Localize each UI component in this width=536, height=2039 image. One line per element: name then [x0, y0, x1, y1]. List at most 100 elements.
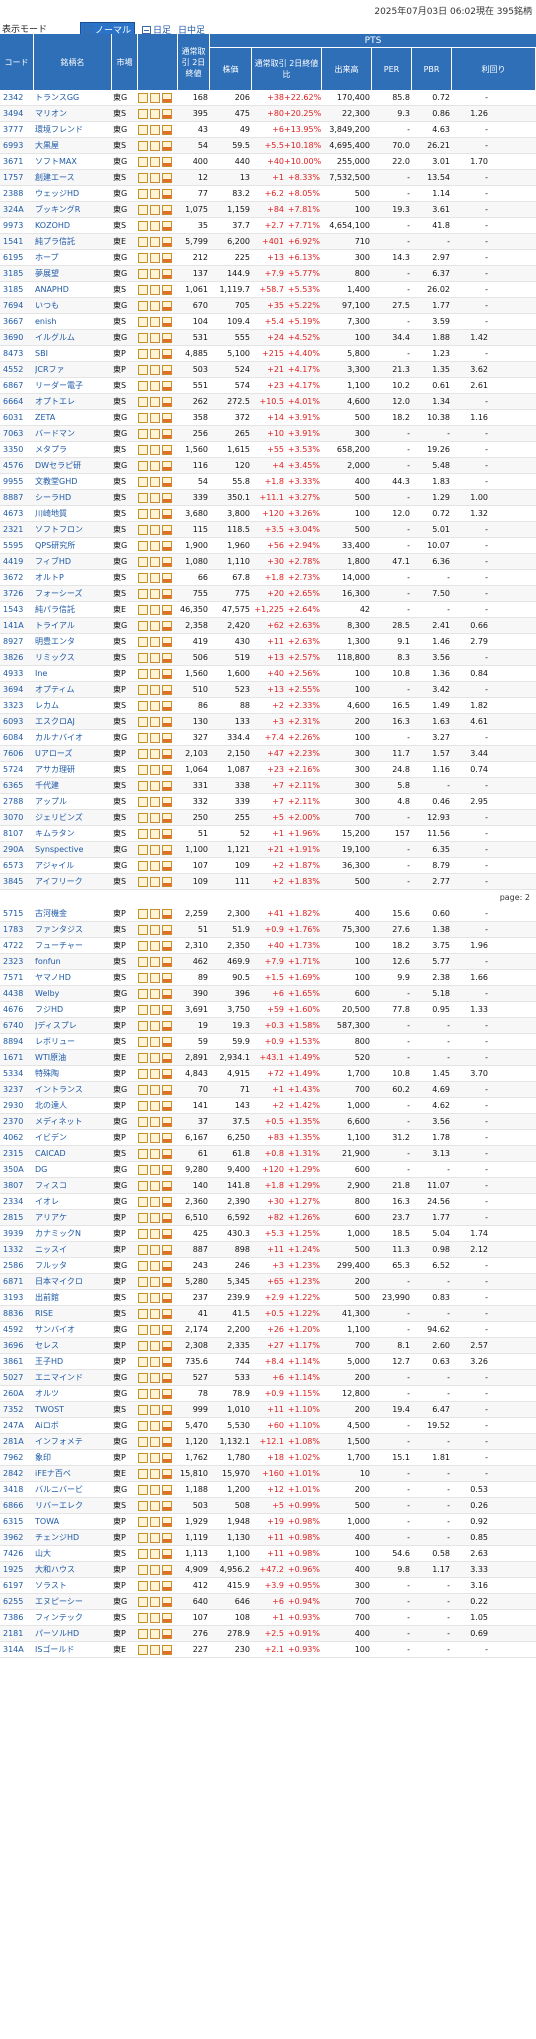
- code-cell[interactable]: 350A: [3, 1162, 33, 1178]
- table-row[interactable]: 3696 セレス 東P 2,308 2,335 +27 +1.17% 700 8.1 2.60 2.…: [0, 1338, 536, 1354]
- news-icon[interactable]: [150, 1373, 160, 1383]
- chart-icon[interactable]: [162, 1533, 172, 1543]
- chart-icon[interactable]: [162, 301, 172, 311]
- table-row[interactable]: 6867 リーダー電子 東S 551 574 +23 +4.17% 1,100 10.2 0.61…: [0, 378, 536, 394]
- chart-icon[interactable]: [162, 445, 172, 455]
- name-cell[interactable]: イルグルム: [35, 330, 111, 346]
- news-icon[interactable]: [150, 1613, 160, 1623]
- news-icon[interactable]: [150, 413, 160, 423]
- book-icon[interactable]: [138, 429, 148, 439]
- book-icon[interactable]: [138, 445, 148, 455]
- table-row[interactable]: 2323 fonfun 東S 462 469.9 +7.9 +1.71% 100 12.6 5.7…: [0, 954, 536, 970]
- table-row[interactable]: 7063 バードマン 東G 256 265 +10 +3.91% 300- - -: [0, 426, 536, 442]
- name-cell[interactable]: fonfun: [35, 954, 111, 970]
- code-cell[interactable]: 3962: [3, 1530, 33, 1546]
- name-cell[interactable]: 山大: [35, 1546, 111, 1562]
- table-row[interactable]: 3826 リミックス 東S 506 519 +13 +2.57% 118,800 8.3 3.56…: [0, 650, 536, 666]
- name-cell[interactable]: リミックス: [35, 650, 111, 666]
- chart-icon[interactable]: [162, 509, 172, 519]
- code-cell[interactable]: 2586: [3, 1258, 33, 1274]
- news-icon[interactable]: [150, 669, 160, 679]
- book-icon[interactable]: [138, 1437, 148, 1447]
- name-cell[interactable]: メディネット: [35, 1114, 111, 1130]
- table-row[interactable]: 7386 フィンテック 東S 107 108 +1 +0.93% 700- -1.05: [0, 1610, 536, 1626]
- code-cell[interactable]: 6866: [3, 1498, 33, 1514]
- table-row[interactable]: 3494 マリオン 東S 395 475 +80 +20.25% 22,300 9.3 0.86 1…: [0, 106, 536, 122]
- code-cell[interactable]: 141A: [3, 618, 33, 634]
- book-icon[interactable]: [138, 1645, 148, 1655]
- book-icon[interactable]: [138, 573, 148, 583]
- news-icon[interactable]: [150, 1181, 160, 1191]
- name-cell[interactable]: ジェリビンズ: [35, 810, 111, 826]
- code-cell[interactable]: 4552: [3, 362, 33, 378]
- news-icon[interactable]: [150, 477, 160, 487]
- table-row[interactable]: 3845 アイフリーク 東S 109 111 +2 +1.83% 500-2.77-: [0, 874, 536, 890]
- book-icon[interactable]: [138, 925, 148, 935]
- code-cell[interactable]: 4419: [3, 554, 33, 570]
- name-cell[interactable]: Jディスプレ: [35, 1018, 111, 1034]
- name-cell[interactable]: アイフリーク: [35, 874, 111, 890]
- name-cell[interactable]: メタプラ: [35, 442, 111, 458]
- code-cell[interactable]: 247A: [3, 1418, 33, 1434]
- book-icon[interactable]: [138, 669, 148, 679]
- news-icon[interactable]: [150, 829, 160, 839]
- book-icon[interactable]: [138, 589, 148, 599]
- code-cell[interactable]: 1783: [3, 922, 33, 938]
- news-icon[interactable]: [150, 1229, 160, 1239]
- code-cell[interactable]: 4676: [3, 1002, 33, 1018]
- code-cell[interactable]: 2788: [3, 794, 33, 810]
- name-cell[interactable]: 出前館: [35, 1290, 111, 1306]
- code-cell[interactable]: 7606: [3, 746, 33, 762]
- chart-icon[interactable]: [162, 1357, 172, 1367]
- table-row[interactable]: 3777 環境フレンド 東G 43 49 +6 +13.95% 3,849,200-4.63-: [0, 122, 536, 138]
- code-cell[interactable]: 5334: [3, 1066, 33, 1082]
- chart-icon[interactable]: [162, 1165, 172, 1175]
- table-row[interactable]: 8894 レボリュー 東S 59 59.9 +0.9 +1.53% 800- - -: [0, 1034, 536, 1050]
- news-icon[interactable]: [150, 941, 160, 951]
- code-cell[interactable]: 2315: [3, 1146, 33, 1162]
- chart-icon[interactable]: [162, 861, 172, 871]
- news-icon[interactable]: [150, 1517, 160, 1527]
- name-cell[interactable]: 環境フレンド: [35, 122, 111, 138]
- table-row[interactable]: 3070 ジェリビンズ 東S 250 255 +5 +2.00% 700-12.93-: [0, 810, 536, 826]
- book-icon[interactable]: [138, 1469, 148, 1479]
- news-icon[interactable]: [150, 269, 160, 279]
- name-cell[interactable]: オルツ: [35, 1386, 111, 1402]
- name-cell[interactable]: 大和ハウス: [35, 1562, 111, 1578]
- code-cell[interactable]: 2334: [3, 1194, 33, 1210]
- book-icon[interactable]: [138, 221, 148, 231]
- chart-icon[interactable]: [162, 749, 172, 759]
- chart-icon[interactable]: [162, 1277, 172, 1287]
- table-row[interactable]: 4576 DWセラピ研 東G 116 120 +4 +3.45% 2,000-5.48-: [0, 458, 536, 474]
- news-icon[interactable]: [150, 541, 160, 551]
- code-cell[interactable]: 7571: [3, 970, 33, 986]
- book-icon[interactable]: [138, 845, 148, 855]
- code-cell[interactable]: 4722: [3, 938, 33, 954]
- chart-icon[interactable]: [162, 1069, 172, 1079]
- news-icon[interactable]: [150, 333, 160, 343]
- name-cell[interactable]: 文教堂GHD: [35, 474, 111, 490]
- table-row[interactable]: 2788 アップル 東S 332 339 +7 +2.11% 300 4.8 0.46 2.95: [0, 794, 536, 810]
- book-icon[interactable]: [138, 509, 148, 519]
- chart-icon[interactable]: [162, 1565, 172, 1575]
- book-icon[interactable]: [138, 461, 148, 471]
- table-row[interactable]: 3418 バルニバービ 東G 1,188 1,200 +12 +1.01% 200- -0.53: [0, 1482, 536, 1498]
- name-cell[interactable]: いつも: [35, 298, 111, 314]
- name-cell[interactable]: 日本マイクロ: [35, 1274, 111, 1290]
- name-cell[interactable]: フィンテック: [35, 1610, 111, 1626]
- chart-icon[interactable]: [162, 605, 172, 615]
- table-row[interactable]: 141A トライアル 東G 2,358 2,420 +62 +2.63% 8,300 28.5 2…: [0, 618, 536, 634]
- chart-icon[interactable]: [162, 797, 172, 807]
- book-icon[interactable]: [138, 1053, 148, 1063]
- news-icon[interactable]: [150, 173, 160, 183]
- code-cell[interactable]: 3777: [3, 122, 33, 138]
- name-cell[interactable]: 古河機金: [35, 906, 111, 922]
- code-cell[interactable]: 5595: [3, 538, 33, 554]
- code-cell[interactable]: 2323: [3, 954, 33, 970]
- code-cell[interactable]: 6084: [3, 730, 33, 746]
- chart-icon[interactable]: [162, 1149, 172, 1159]
- chart-icon[interactable]: [162, 237, 172, 247]
- name-cell[interactable]: 純パラ信託: [35, 602, 111, 618]
- name-cell[interactable]: Ine: [35, 666, 111, 682]
- news-icon[interactable]: [150, 1069, 160, 1079]
